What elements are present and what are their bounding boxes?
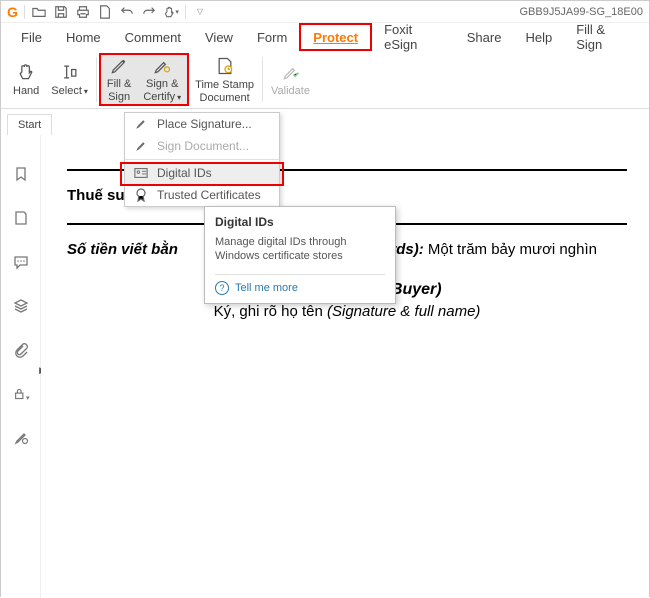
sign-certify-button[interactable]: Sign & Certify▾ [137,55,187,104]
separator [24,5,25,19]
menu-sign-document: Sign Document... [125,135,279,157]
time-stamp-label: Time Stamp Document [195,79,254,103]
validate-label: Validate [271,85,310,97]
signature-panel-icon[interactable] [12,429,30,447]
pen-icon [108,56,130,76]
ribbon: Hand Select▾ Fill & Sign Sign & Certify▾… [1,51,649,109]
pen-icon [133,140,149,152]
menu-form[interactable]: Form [245,23,299,51]
sidebar: ▾ ▶ [1,135,41,598]
page-icon[interactable] [97,4,113,20]
app-logo: G [7,4,18,20]
id-card-icon [133,167,149,179]
menu-protect[interactable]: Protect [299,23,372,51]
separator [262,57,263,102]
timestamp-icon [214,55,236,77]
menu-place-signature-label: Place Signature... [157,117,252,131]
attachment-icon[interactable] [12,341,30,359]
layers-icon[interactable] [12,297,30,315]
menu-view[interactable]: View [193,23,245,51]
select-button[interactable]: Select▾ [45,53,94,106]
time-stamp-button[interactable]: Time Stamp Document [189,53,260,106]
sign-certify-label: Sign & Certify▾ [143,78,181,102]
print-icon[interactable] [75,4,91,20]
fill-sign-label: Fill & Sign [107,78,131,102]
separator [96,57,97,102]
menu-sign-document-label: Sign Document... [157,139,249,153]
separator [125,159,279,160]
menu-home[interactable]: Home [54,23,113,51]
main-area: ▾ ▶ Thuế suất GTGT Số tiền viết bằn rds)… [1,135,649,598]
undo-icon[interactable] [119,4,135,20]
sign-certify-menu: Place Signature... Sign Document... Digi… [124,112,280,207]
save-icon[interactable] [53,4,69,20]
bookmark-icon[interactable] [12,165,30,183]
doc-text: Ký, ghi rõ họ tên (Signature & full name… [67,303,627,321]
pen-icon [133,118,149,130]
menu-place-signature[interactable]: Place Signature... [125,113,279,135]
customize-dropdown-icon[interactable]: ▽ [192,4,208,20]
select-label: Select▾ [51,85,88,97]
menu-help[interactable]: Help [513,23,564,51]
tooltip-link-label: Tell me more [235,282,298,294]
menu-trusted-certificates[interactable]: Trusted Certificates [125,184,279,206]
quick-access-bar: G ▾ ▽ GBB9J5JA99-SG_18E00 [1,1,649,23]
menu-digital-ids-label: Digital IDs [157,166,212,180]
tooltip-help-link[interactable]: ? Tell me more [215,274,385,295]
help-icon: ? [215,281,229,295]
menu-comment[interactable]: Comment [113,23,193,51]
window-title: GBB9J5JA99-SG_18E00 [519,6,643,18]
pages-icon[interactable] [12,209,30,227]
security-icon[interactable]: ▾ [12,385,30,403]
pen-cert-icon [151,56,173,76]
fill-sign-button[interactable]: Fill & Sign [101,55,137,104]
hand-qa-icon[interactable]: ▾ [163,4,179,20]
open-icon[interactable] [31,4,47,20]
ribbon-icon [133,188,149,202]
menu-share[interactable]: Share [455,23,514,51]
select-icon [59,61,81,83]
menu-foxit-esign[interactable]: Foxit eSign [372,23,455,51]
validate-button[interactable]: Validate [265,53,316,106]
redo-icon[interactable] [141,4,157,20]
hand-label: Hand [13,85,39,97]
document-tabs: Start [1,109,649,135]
menu-file[interactable]: File [9,23,54,51]
tooltip: Digital IDs Manage digital IDs through W… [204,206,396,304]
hand-icon [15,61,37,83]
tooltip-title: Digital IDs [215,215,385,229]
validate-icon [280,61,302,83]
menu-fill-sign[interactable]: Fill & Sign [564,23,641,51]
comments-icon[interactable] [12,253,30,271]
menu-trusted-certs-label: Trusted Certificates [157,188,261,202]
tab-start[interactable]: Start [7,114,52,135]
menu-bar: File Home Comment View Form Protect Foxi… [1,23,649,51]
hand-button[interactable]: Hand [7,53,45,106]
tooltip-body: Manage digital IDs through Windows certi… [215,235,385,264]
menu-digital-ids[interactable]: Digital IDs [125,162,279,184]
separator [185,5,186,19]
